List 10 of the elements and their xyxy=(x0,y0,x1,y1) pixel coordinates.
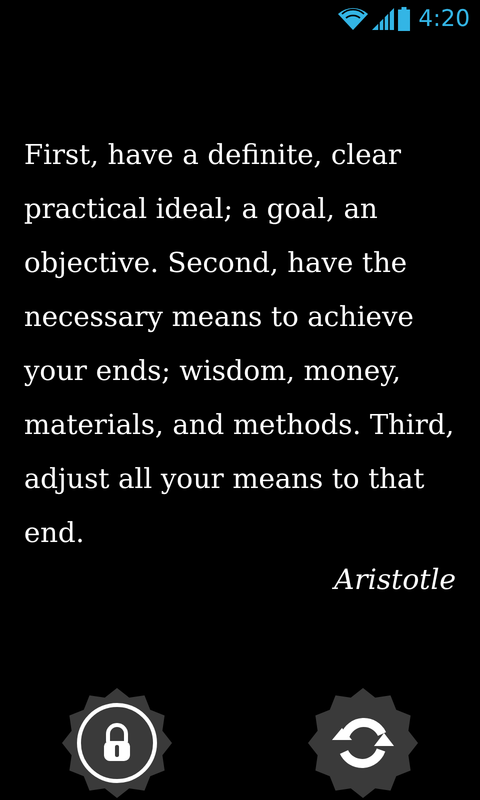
refresh-icon xyxy=(332,718,394,768)
clock-time: 4:20 xyxy=(418,4,470,34)
padlock-icon xyxy=(77,703,157,783)
battery-icon xyxy=(398,7,410,31)
lock-button[interactable] xyxy=(62,688,172,798)
quote-text: First, have a definite, clear practical ideal; a goal, an objective. Second, have the necessary means to achieve your ends; wisdom, money, materials, and methods. Third, adjust all your means to that end. xyxy=(24,138,456,551)
quote-author: Aristotle xyxy=(331,562,456,598)
wifi-icon xyxy=(338,8,368,30)
refresh-button[interactable] xyxy=(308,688,418,798)
signal-icon xyxy=(372,8,394,30)
